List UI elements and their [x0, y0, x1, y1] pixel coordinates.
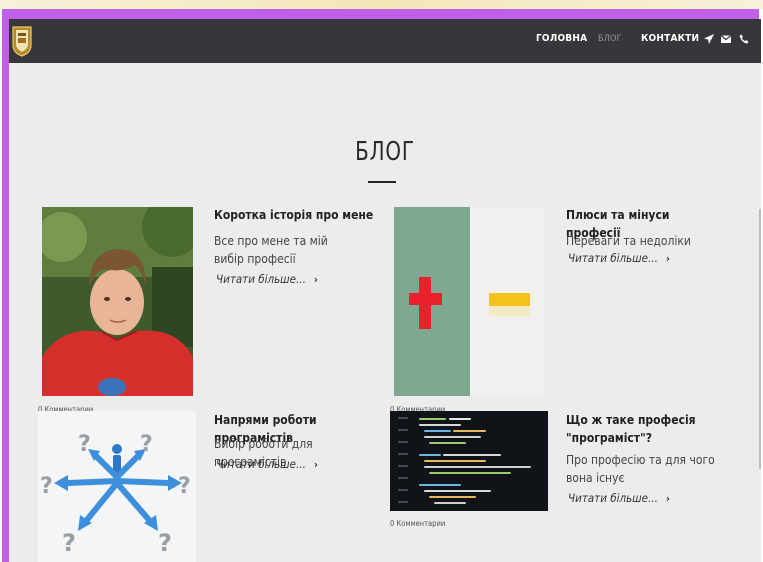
chevron-right-icon: › — [313, 273, 318, 286]
post-description: Про професію та для чого вона існує — [566, 453, 715, 485]
post-description: Переваги та недоліки — [566, 234, 691, 248]
read-more-link[interactable]: Читати більше... › — [216, 457, 318, 471]
chevron-right-icon: › — [665, 252, 670, 265]
title-underline — [368, 181, 396, 183]
post-title[interactable]: Що ж таке професія "програміст"? — [566, 411, 731, 447]
scrollbar-edge[interactable] — [759, 209, 761, 469]
svg-text:?: ? — [178, 474, 191, 499]
browser-top-strip — [0, 0, 763, 9]
svg-text:?: ? — [78, 432, 91, 457]
svg-text:?: ? — [140, 432, 153, 457]
nav-blog-link[interactable]: БЛОГ — [598, 34, 622, 44]
phone-icon[interactable] — [738, 33, 750, 45]
chevron-right-icon: › — [665, 492, 670, 505]
send-icon[interactable] — [703, 33, 715, 45]
navbar: ГОЛОВНА БЛОГ КОНТАКТИ — [9, 19, 761, 63]
chevron-right-icon: › — [313, 458, 318, 471]
read-more-link[interactable]: Читати більше... › — [568, 491, 670, 505]
nav-home-link[interactable]: ГОЛОВНА — [536, 33, 587, 44]
post-image-plus-minus[interactable] — [394, 207, 545, 396]
site-logo[interactable] — [11, 24, 33, 57]
svg-text:?: ? — [40, 474, 53, 499]
mail-icon[interactable] — [720, 33, 732, 45]
post-image-code[interactable] — [390, 411, 548, 511]
post-image-portrait[interactable] — [42, 207, 193, 396]
comments-count[interactable]: 0 Комментарии — [390, 519, 445, 528]
post-image-directions[interactable]: ? ? ? ? ? ? — [38, 411, 196, 562]
post-description: Все про мене та мій вибір професії — [214, 234, 328, 266]
svg-text:?: ? — [62, 529, 76, 557]
read-more-link[interactable]: Читати більше... › — [216, 272, 318, 286]
svg-text:?: ? — [158, 529, 172, 557]
page-title: БЛОГ — [355, 137, 415, 167]
nav-contacts-link[interactable]: КОНТАКТИ — [641, 33, 699, 44]
page: ГОЛОВНА БЛОГ КОНТАКТИ БЛОГ Коротка істор… — [9, 19, 761, 562]
read-more-link[interactable]: Читати більше... › — [568, 251, 670, 265]
post-title[interactable]: Коротка історія про мене — [214, 206, 374, 224]
